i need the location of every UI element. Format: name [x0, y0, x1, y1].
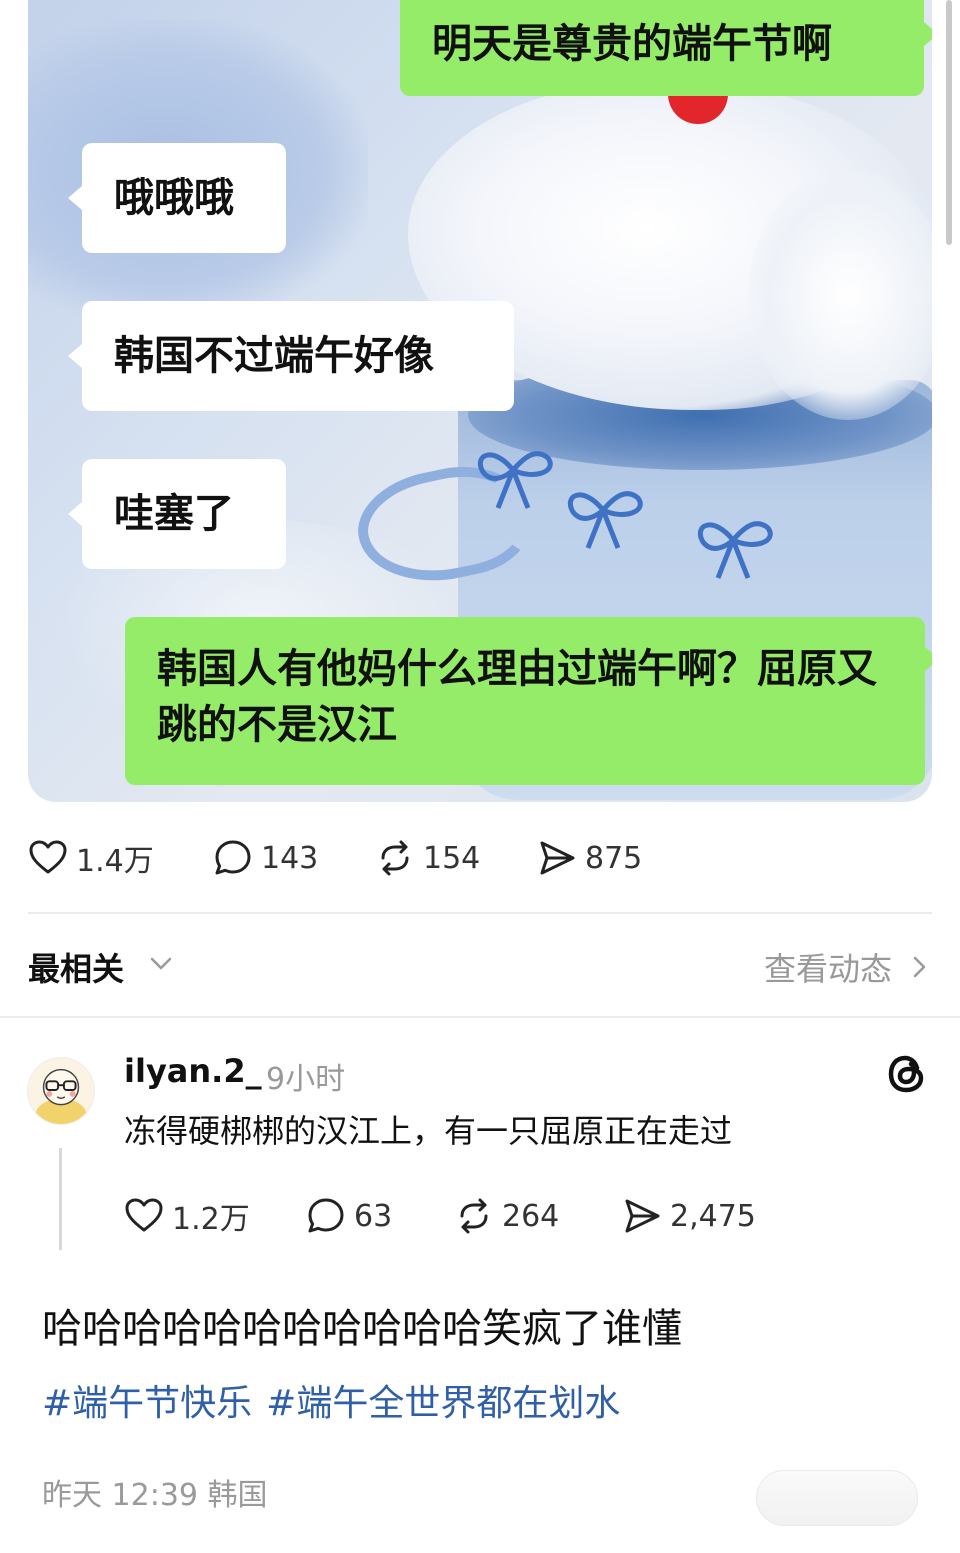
- chat-message-text: 哦哦哦: [114, 175, 234, 221]
- chat-bubble-outgoing: 韩国人有他妈什么理由过端午啊？屈原又跳的不是汉江: [125, 617, 932, 785]
- post-meta: 昨天 12:39 韩国: [42, 1478, 268, 1513]
- chat-message-text: 哇塞了: [114, 491, 234, 537]
- comment-text: 冻得硬梆梆的汉江上，有一只屈原正在走过: [124, 1112, 733, 1150]
- reply-button[interactable]: [756, 1470, 918, 1526]
- chevron-down-icon[interactable]: [146, 948, 176, 978]
- repost-icon: [375, 838, 415, 878]
- view-activity-label: 查看动态: [763, 950, 892, 988]
- comment-share-button[interactable]: 2,475: [622, 1196, 756, 1236]
- comment-action-bar: 1.2万 63 264 2,475: [124, 1194, 756, 1238]
- comment-bubble-icon: [306, 1196, 346, 1236]
- chevron-right-icon: [913, 956, 926, 978]
- bow-decoration: [468, 440, 558, 510]
- send-icon: [622, 1196, 662, 1236]
- hashtag-list: #端午节快乐 #端午全世界都在划水: [42, 1374, 620, 1426]
- send-icon: [537, 838, 577, 878]
- repost-count: 154: [423, 840, 481, 876]
- divider: [28, 912, 932, 914]
- bow-decoration: [558, 480, 648, 550]
- repost-button[interactable]: 154: [375, 838, 537, 878]
- comment-like-count: 1.2万: [172, 1202, 250, 1237]
- comment-reply-button[interactable]: 63: [306, 1196, 454, 1236]
- share-count: 875: [585, 840, 643, 876]
- heart-icon: [124, 1196, 164, 1236]
- thread-line: [59, 1148, 62, 1250]
- post-caption: 哈哈哈哈哈哈哈哈哈哈哈笑疯了谁懂: [42, 1306, 682, 1352]
- view-activity-link[interactable]: 查看动态: [764, 944, 932, 990]
- scrollbar[interactable]: [946, 0, 952, 245]
- sort-row: 最相关 查看动态: [28, 940, 932, 992]
- heart-icon: [28, 838, 68, 878]
- comment-bubble-icon: [213, 838, 253, 878]
- chat-bubble-incoming: 韩国不过端午好像: [68, 301, 514, 411]
- repost-icon: [454, 1196, 494, 1236]
- comment-username[interactable]: ilyan.2_: [124, 1052, 262, 1090]
- post-image[interactable]: 明天是尊贵的端午节啊 哦哦哦 韩国不过端午好像 哇塞了 韩国人有他妈什么理由过端…: [28, 0, 932, 802]
- threads-logo-icon[interactable]: [884, 1050, 932, 1098]
- like-count: 1.4万: [76, 844, 154, 879]
- chat-bubble-outgoing: 明天是尊贵的端午节啊: [400, 0, 932, 96]
- comment-repost-button[interactable]: 264: [454, 1196, 622, 1236]
- background-cream-swirl: [748, 170, 932, 420]
- hashtag-link[interactable]: #端午全世界都在划水: [266, 1374, 620, 1426]
- comment-repost-count: 264: [502, 1198, 560, 1234]
- post-action-bar: 1.4万 143 154 875: [28, 836, 642, 880]
- share-button[interactable]: 875: [537, 838, 642, 878]
- chat-bubble-incoming: 哦哦哦: [68, 143, 286, 253]
- comment-button[interactable]: 143: [213, 838, 375, 878]
- chat-message-text: 韩国人有他妈什么理由过端午啊？屈原又跳的不是汉江: [157, 646, 877, 748]
- avatar[interactable]: [27, 1057, 95, 1125]
- chat-message-text: 韩国不过端午好像: [114, 333, 434, 379]
- chat-bubble-incoming: 哇塞了: [68, 459, 286, 569]
- divider: [0, 1016, 960, 1018]
- like-button[interactable]: 1.4万: [28, 836, 213, 880]
- comment-timestamp: 9小时: [266, 1062, 346, 1097]
- comment-like-button[interactable]: 1.2万: [124, 1194, 306, 1238]
- hashtag-link[interactable]: #端午节快乐: [42, 1374, 252, 1426]
- comment-count: 143: [261, 840, 319, 876]
- bow-decoration: [688, 510, 778, 580]
- comment-share-count: 2,475: [670, 1198, 756, 1234]
- chat-message-text: 明天是尊贵的端午节啊: [432, 21, 832, 67]
- comment-reply-count: 63: [354, 1198, 393, 1234]
- sort-dropdown[interactable]: 最相关: [28, 944, 124, 990]
